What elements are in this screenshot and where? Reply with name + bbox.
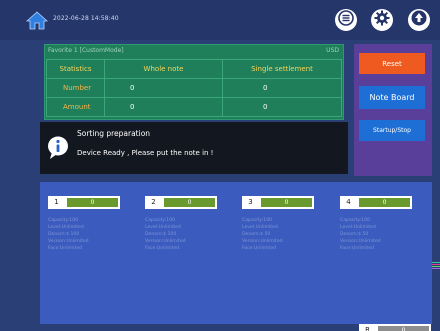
menu-icon — [338, 10, 354, 30]
column-header: Statistics — [46, 59, 105, 79]
pocket-info-line: Level:Unlimited — [242, 225, 278, 230]
pocket-info-line: Denom:$ 100 — [145, 232, 177, 237]
currency-label: USD — [326, 47, 339, 54]
pocket-info: Capacity:100 Level:Unlimited Denom:$ 100… — [48, 217, 120, 252]
message-title: Sorting preparation — [77, 129, 151, 138]
statistics-table: Statistics Whole note Single settlement … — [46, 59, 342, 117]
table-cell: 0 — [222, 97, 342, 117]
pocket-header: 3 0 — [242, 196, 314, 209]
control-panel: Reset Note Board Startup/Stop — [354, 44, 432, 176]
pocket-info-line: Face:Unlimited — [48, 246, 83, 251]
edge-marker — [432, 266, 440, 267]
pocket-info: Capacity:100 Level:Unlimited Denom:$ 50 … — [340, 217, 412, 252]
note-board-button[interactable]: Note Board — [359, 86, 425, 109]
pocket-1[interactable]: 1 0 Capacity:100 Level:Unlimited Denom:$… — [48, 196, 120, 252]
sorter-screen: 2022-06-28 14:58:40 Favorite 1 [CustomMo… — [0, 0, 440, 331]
pocket-count: 0 — [164, 198, 215, 207]
reject-pocket[interactable]: R 0 — [359, 324, 431, 331]
mode-title: Favorite 1 [CustomMode] — [48, 47, 124, 54]
pocket-header: 2 0 — [145, 196, 217, 209]
pocket-header: 1 0 — [48, 196, 120, 209]
pocket-info: Capacity:100 Level:Unlimited Denom:$ 100… — [145, 217, 217, 252]
row-label: Number — [46, 78, 105, 98]
pocket-info-line: Capacity:100 — [242, 218, 273, 223]
pocket-header: 4 0 — [340, 196, 412, 209]
pocket-count: 0 — [359, 198, 410, 207]
pocket-number: 2 — [151, 198, 156, 206]
pocket-info-line: Capacity:100 — [340, 218, 371, 223]
upload-button[interactable] — [408, 9, 430, 31]
pocket-info-line: Version:Unlimited — [48, 239, 89, 244]
datetime-display: 2022-06-28 14:58:40 — [53, 15, 119, 22]
table-row: Amount 0 0 — [46, 97, 342, 117]
pocket-number: 4 — [346, 198, 351, 206]
row-label: Amount — [46, 97, 105, 117]
pockets-panel: 1 0 Capacity:100 Level:Unlimited Denom:$… — [40, 182, 432, 331]
pocket-info-line: Level:Unlimited — [145, 225, 181, 230]
pocket-number: 3 — [248, 198, 253, 206]
pocket-info-line: Denom:$ 50 — [242, 232, 271, 237]
pocket-info-line: Version:Unlimited — [145, 239, 186, 244]
menu-button[interactable] — [335, 9, 357, 31]
table-cell: 0 — [104, 78, 223, 98]
pocket-3[interactable]: 3 0 Capacity:100 Level:Unlimited Denom:$… — [242, 196, 314, 252]
column-header: Single settlement — [222, 59, 342, 79]
pocket-info-line: Denom:$ 50 — [340, 232, 369, 237]
table-row: Number 0 0 — [46, 78, 342, 98]
table-cell: 0 — [222, 78, 342, 98]
upload-icon — [411, 10, 427, 30]
edge-marker — [432, 262, 440, 263]
home-icon[interactable] — [25, 11, 49, 34]
pocket-info-line: Level:Unlimited — [48, 225, 84, 230]
pocket-number: 1 — [54, 198, 59, 206]
pocket-count: 0 — [261, 198, 312, 207]
status-message-panel: Sorting preparation Device Ready , Pleas… — [40, 122, 348, 174]
info-icon — [47, 136, 69, 164]
column-header: Whole note — [104, 59, 223, 79]
table-cell: 0 — [104, 97, 223, 117]
reject-label: R — [365, 326, 370, 331]
settings-button[interactable] — [371, 9, 393, 31]
pocket-info-line: Face:Unlimited — [242, 246, 277, 251]
pocket-4[interactable]: 4 0 Capacity:100 Level:Unlimited Denom:$… — [340, 196, 412, 252]
statistics-panel: Favorite 1 [CustomMode] USD Statistics W… — [44, 44, 344, 120]
startup-stop-button[interactable]: Startup/Stop — [359, 120, 425, 141]
gear-icon — [374, 10, 390, 30]
pocket-info-line: Face:Unlimited — [145, 246, 180, 251]
top-bar: 2022-06-28 14:58:40 — [0, 0, 440, 40]
pocket-info: Capacity:100 Level:Unlimited Denom:$ 50 … — [242, 217, 314, 252]
pocket-info-line: Face:Unlimited — [340, 246, 375, 251]
pocket-info-line: Version:Unlimited — [242, 239, 283, 244]
reset-button[interactable]: Reset — [359, 53, 425, 74]
pocket-info-line: Version:Unlimited — [340, 239, 381, 244]
reject-count: 0 — [378, 326, 429, 331]
pocket-info-line: Capacity:100 — [145, 218, 176, 223]
message-body: Device Ready , Please put the note in ! — [77, 149, 214, 157]
table-header-row: Statistics Whole note Single settlement — [46, 59, 342, 79]
pocket-count: 0 — [67, 198, 118, 207]
pocket-info-line: Level:Unlimited — [340, 225, 376, 230]
edge-marker — [432, 268, 440, 269]
edge-marker — [432, 264, 440, 265]
pocket-info-line: Capacity:100 — [48, 218, 79, 223]
pocket-info-line: Denom:$ 100 — [48, 232, 80, 237]
pocket-2[interactable]: 2 0 Capacity:100 Level:Unlimited Denom:$… — [145, 196, 217, 252]
